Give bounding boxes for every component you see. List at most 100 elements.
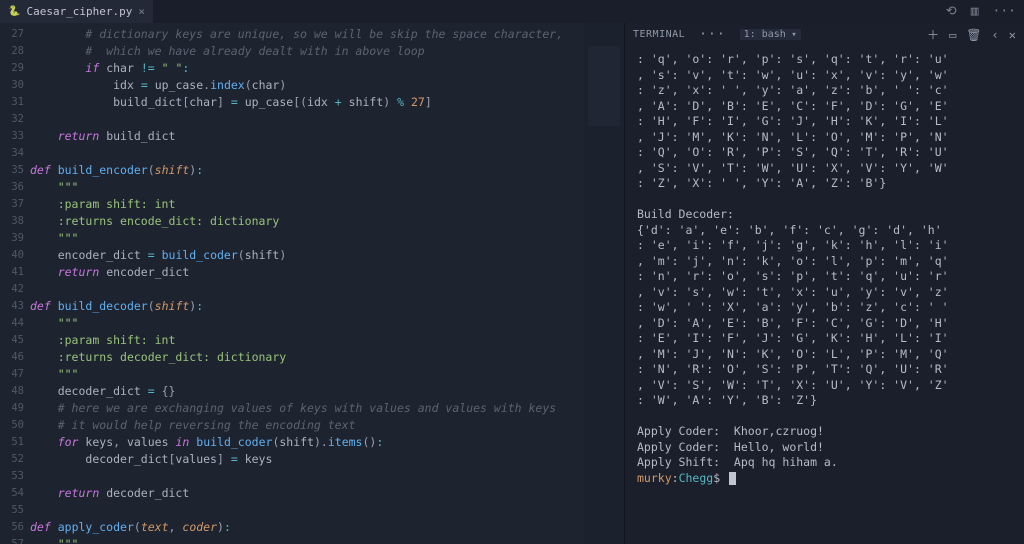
code-line[interactable]: """ (30, 230, 584, 247)
code-line[interactable]: for keys, values in build_coder(shift).i… (30, 434, 584, 451)
line-number: 46 (0, 349, 24, 366)
line-number: 42 (0, 281, 24, 298)
code-line[interactable]: # here we are exchanging values of keys … (30, 400, 584, 417)
code-line[interactable]: """ (30, 315, 584, 332)
code-content[interactable]: # dictionary keys are unique, so we will… (30, 23, 584, 544)
tab-title: Caesar_cipher.py (26, 5, 132, 18)
line-number: 55 (0, 502, 24, 519)
code-line[interactable]: decoder_dict[values] = keys (30, 451, 584, 468)
terminal-selector-value: 1: bash (744, 29, 786, 40)
split-terminal-icon[interactable]: ▭ (949, 28, 956, 42)
code-line[interactable]: return encoder_dict (30, 264, 584, 281)
close-panel-icon[interactable]: ✕ (1009, 28, 1016, 42)
code-line[interactable]: :returns encode_dict: dictionary (30, 213, 584, 230)
chevron-down-icon: ▾ (786, 30, 797, 40)
code-line[interactable]: return decoder_dict (30, 485, 584, 502)
terminal-tab[interactable]: TERMINAL (633, 29, 685, 40)
minimap[interactable] (584, 23, 624, 544)
trash-icon[interactable]: 🗑 (966, 28, 981, 42)
terminal-line: , 's': 'v', 't': 'w', 'u': 'x', 'v': 'y'… (637, 68, 1012, 84)
terminal-line: : 'H', 'F': 'I', 'G': 'J', 'H': 'K', 'I'… (637, 114, 1012, 130)
terminal-line: : 'n', 'r': 'o', 's': 'p', 't': 'q', 'u'… (637, 269, 1012, 285)
code-line[interactable]: """ (30, 366, 584, 383)
file-tab[interactable]: 🐍 Caesar_cipher.py × (0, 0, 153, 23)
add-terminal-icon[interactable]: ＋ (927, 26, 939, 43)
more-icon[interactable]: ··· (993, 4, 1016, 19)
terminal-line (637, 409, 1012, 425)
line-gutter: 2728293031323334353637383940414243444546… (0, 23, 30, 544)
layout-icon[interactable]: ▥ (971, 4, 979, 19)
code-line[interactable] (30, 281, 584, 298)
panel-more-icon[interactable]: ··· (699, 27, 725, 42)
line-number: 36 (0, 179, 24, 196)
terminal-line: : 'N', 'R': 'O', 'S': 'P', 'T': 'Q', 'U'… (637, 362, 1012, 378)
terminal-line: : 'Z', 'X': ' ', 'Y': 'A', 'Z': 'B'} (637, 176, 1012, 192)
code-line[interactable]: build_dict[char] = up_case[(idx + shift)… (30, 94, 584, 111)
terminal-line (637, 192, 1012, 208)
line-number: 43 (0, 298, 24, 315)
code-line[interactable]: # which we have already dealt with in ab… (30, 43, 584, 60)
terminal-line: , 'J': 'M', 'K': 'N', 'L': 'O', 'M': 'P'… (637, 130, 1012, 146)
line-number: 53 (0, 468, 24, 485)
terminal-line: , 'D': 'A', 'E': 'B', 'F': 'C', 'G': 'D'… (637, 316, 1012, 332)
line-number: 49 (0, 400, 24, 417)
line-number: 31 (0, 94, 24, 111)
line-number: 35 (0, 162, 24, 179)
line-number: 45 (0, 332, 24, 349)
code-line[interactable]: # it would help reversing the encoding t… (30, 417, 584, 434)
code-line[interactable]: """ (30, 536, 584, 544)
line-number: 29 (0, 60, 24, 77)
code-line[interactable]: """ (30, 179, 584, 196)
code-line[interactable] (30, 468, 584, 485)
sync-icon[interactable]: ⟲ (946, 4, 957, 19)
terminal-line: , 'S': 'V', 'T': 'W', 'U': 'X', 'V': 'Y'… (637, 161, 1012, 177)
terminal-line: : 'z', 'x': ' ', 'y': 'a', 'z': 'b', ' '… (637, 83, 1012, 99)
code-line[interactable]: idx = up_case.index(char) (30, 77, 584, 94)
code-line[interactable] (30, 111, 584, 128)
code-line[interactable]: :param shift: int (30, 196, 584, 213)
terminal-line: Build Decoder: (637, 207, 1012, 223)
terminal-line: , 'V': 'S', 'W': 'T', 'X': 'U', 'Y': 'V'… (637, 378, 1012, 394)
panel-header: TERMINAL ··· 1: bash ▾ ＋ ▭ 🗑 ‹ ✕ (625, 23, 1024, 46)
line-number: 54 (0, 485, 24, 502)
code-line[interactable]: def apply_coder(text, coder): (30, 519, 584, 536)
line-number: 47 (0, 366, 24, 383)
code-line[interactable]: :param shift: int (30, 332, 584, 349)
line-number: 28 (0, 43, 24, 60)
terminal-line: , 'A': 'D', 'B': 'E', 'C': 'F', 'D': 'G'… (637, 99, 1012, 115)
python-icon: 🐍 (8, 6, 20, 17)
line-number: 37 (0, 196, 24, 213)
code-line[interactable]: return build_dict (30, 128, 584, 145)
line-number: 34 (0, 145, 24, 162)
main-area: 2728293031323334353637383940414243444546… (0, 23, 1024, 544)
close-icon[interactable]: × (138, 5, 145, 18)
line-number: 30 (0, 77, 24, 94)
terminal-selector[interactable]: 1: bash ▾ (740, 29, 801, 40)
line-number: 41 (0, 264, 24, 281)
line-number: 50 (0, 417, 24, 434)
line-number: 38 (0, 213, 24, 230)
terminal-line: , 'M': 'J', 'N': 'K', 'O': 'L', 'P': 'M'… (637, 347, 1012, 363)
line-number: 48 (0, 383, 24, 400)
terminal-output[interactable]: : 'q', 'o': 'r', 'p': 's', 'q': 't', 'r'… (625, 46, 1024, 544)
line-number: 57 (0, 536, 24, 544)
code-line[interactable] (30, 502, 584, 519)
code-line[interactable]: def build_decoder(shift): (30, 298, 584, 315)
line-number: 51 (0, 434, 24, 451)
code-line[interactable]: def build_encoder(shift): (30, 162, 584, 179)
code-editor[interactable]: 2728293031323334353637383940414243444546… (0, 23, 624, 544)
code-line[interactable]: :returns decoder_dict: dictionary (30, 349, 584, 366)
terminal-prompt[interactable]: murky:Chegg$ (637, 471, 1012, 487)
code-line[interactable]: encoder_dict = build_coder(shift) (30, 247, 584, 264)
terminal-line: , 'm': 'j', 'n': 'k', 'o': 'l', 'p': 'm'… (637, 254, 1012, 270)
code-line[interactable]: if char != " ": (30, 60, 584, 77)
terminal-panel: TERMINAL ··· 1: bash ▾ ＋ ▭ 🗑 ‹ ✕ : 'q', … (624, 23, 1024, 544)
code-line[interactable] (30, 145, 584, 162)
line-number: 39 (0, 230, 24, 247)
terminal-line: {'d': 'a', 'e': 'b', 'f': 'c', 'g': 'd',… (637, 223, 1012, 239)
chevron-left-icon[interactable]: ‹ (992, 28, 999, 42)
terminal-line: : 'w', ' ': 'X', 'a': 'y', 'b': 'z', 'c'… (637, 300, 1012, 316)
code-line[interactable]: # dictionary keys are unique, so we will… (30, 26, 584, 43)
line-number: 32 (0, 111, 24, 128)
code-line[interactable]: decoder_dict = {} (30, 383, 584, 400)
